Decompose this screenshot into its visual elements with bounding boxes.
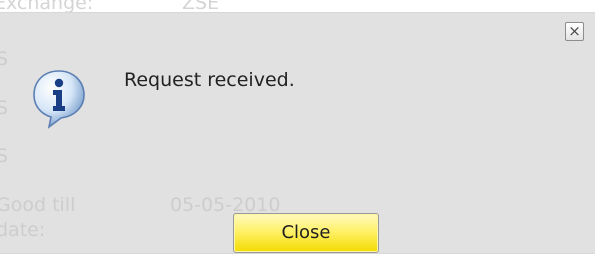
- background-row-label: S: [0, 97, 9, 119]
- good-till-label-line2: date:: [0, 219, 46, 241]
- background-row-label: S: [0, 145, 9, 167]
- info-icon: [33, 70, 85, 129]
- page-backdrop: Exchange: ZSE S S S Good till date: 05-0…: [0, 0, 595, 268]
- background-row-label: S: [0, 48, 9, 70]
- close-x-button[interactable]: ×: [565, 22, 584, 41]
- close-button[interactable]: Close: [233, 213, 379, 253]
- message-dialog: S S S Good till date: 05-05-2010 × Reque…: [0, 12, 595, 254]
- good-till-label: Good till: [0, 194, 76, 216]
- dialog-message: Request received.: [124, 69, 295, 91]
